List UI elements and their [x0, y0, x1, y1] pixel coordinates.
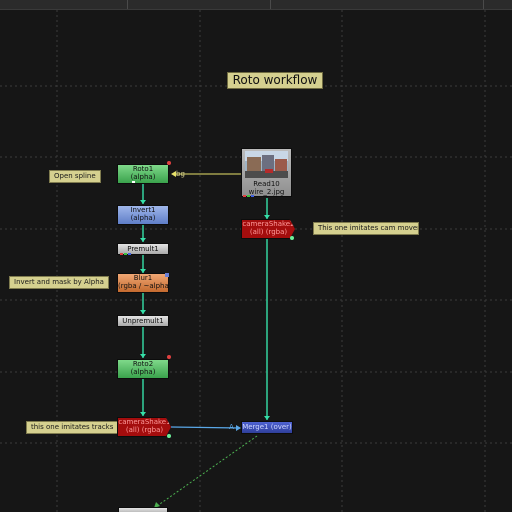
- read10-name: Read10: [253, 180, 280, 188]
- roto1-name: Roto1: [132, 165, 154, 173]
- sticky-note-cam-movement[interactable]: This one imitates cam movement: [313, 222, 419, 235]
- premult1-name: Premult1: [127, 245, 159, 253]
- invert1-node[interactable]: Invert1 (alpha): [117, 205, 169, 225]
- camera-shake2-node[interactable]: cameraShake2 (all) (rgba): [241, 219, 295, 239]
- roto2-sub: (alpha): [130, 368, 156, 376]
- premult1-channel-chip: [120, 253, 123, 255]
- premult1-channel-chip: [124, 253, 127, 255]
- sticky-note-invert-mask[interactable]: Invert and mask by Alpha: [9, 276, 109, 289]
- read10-thumbnail: [245, 151, 288, 178]
- read10-channel-chip: [243, 195, 246, 197]
- roto1-mask-indicator: [167, 161, 171, 165]
- camera-shake1-name: cameraShake1: [118, 418, 171, 426]
- invert1-sub: (alpha): [130, 214, 156, 222]
- camera-shake1-output-dot: [167, 434, 171, 438]
- sticky-note-tracks[interactable]: this one imitates tracks: [26, 421, 119, 434]
- merge1-node[interactable]: Merge1 (over): [241, 421, 293, 434]
- read10-node[interactable]: Read10 wire_2.jpg: [241, 148, 292, 197]
- toolbar-divider: [127, 0, 128, 9]
- unpremult1-name: Unpremult1: [122, 317, 164, 325]
- roto1-channel-chip: [132, 181, 135, 183]
- viewer-toolbar: [0, 0, 512, 9]
- blur1-node[interactable]: Blur1 (rgba / ~alpha: [117, 273, 169, 293]
- roto2-mask-indicator: [167, 355, 171, 359]
- pipe-label-bg: bg: [176, 170, 185, 178]
- sticky-note-open-spline[interactable]: Open spline: [49, 170, 101, 183]
- roto2-node[interactable]: Roto2 (alpha): [117, 359, 169, 379]
- merge1-name: Merge1 (over): [242, 423, 292, 431]
- toolbar-divider: [270, 0, 271, 9]
- unpremult1-node[interactable]: Unpremult1: [117, 315, 169, 327]
- read10-channel-chip: [251, 195, 254, 197]
- blur1-mask-input[interactable]: [165, 273, 169, 277]
- roto2-name: Roto2: [132, 360, 154, 368]
- camera-shake1-node[interactable]: cameraShake1 (all) (rgba): [117, 417, 171, 437]
- blur1-name: Blur1: [133, 274, 153, 282]
- camera-shake2-name: cameraShake2: [242, 220, 295, 228]
- premult1-channel-chip: [128, 253, 131, 255]
- roto1-node[interactable]: Roto1 (alpha): [117, 164, 169, 184]
- camera-shake2-output-dot: [290, 236, 294, 240]
- pipe-label-a: A: [229, 423, 234, 431]
- backdrop-title[interactable]: Roto workflow: [227, 72, 323, 89]
- offscreen-node[interactable]: [118, 507, 168, 512]
- camera-shake2-sub: (all) (rgba): [249, 228, 288, 236]
- read10-channel-chip: [247, 195, 250, 197]
- blur1-sub: (rgba / ~alpha: [118, 282, 169, 290]
- invert1-name: Invert1: [130, 206, 156, 214]
- toolbar-divider: [483, 0, 484, 9]
- roto1-sub: (alpha): [130, 173, 156, 181]
- camera-shake1-sub: (all) (rgba): [125, 426, 164, 434]
